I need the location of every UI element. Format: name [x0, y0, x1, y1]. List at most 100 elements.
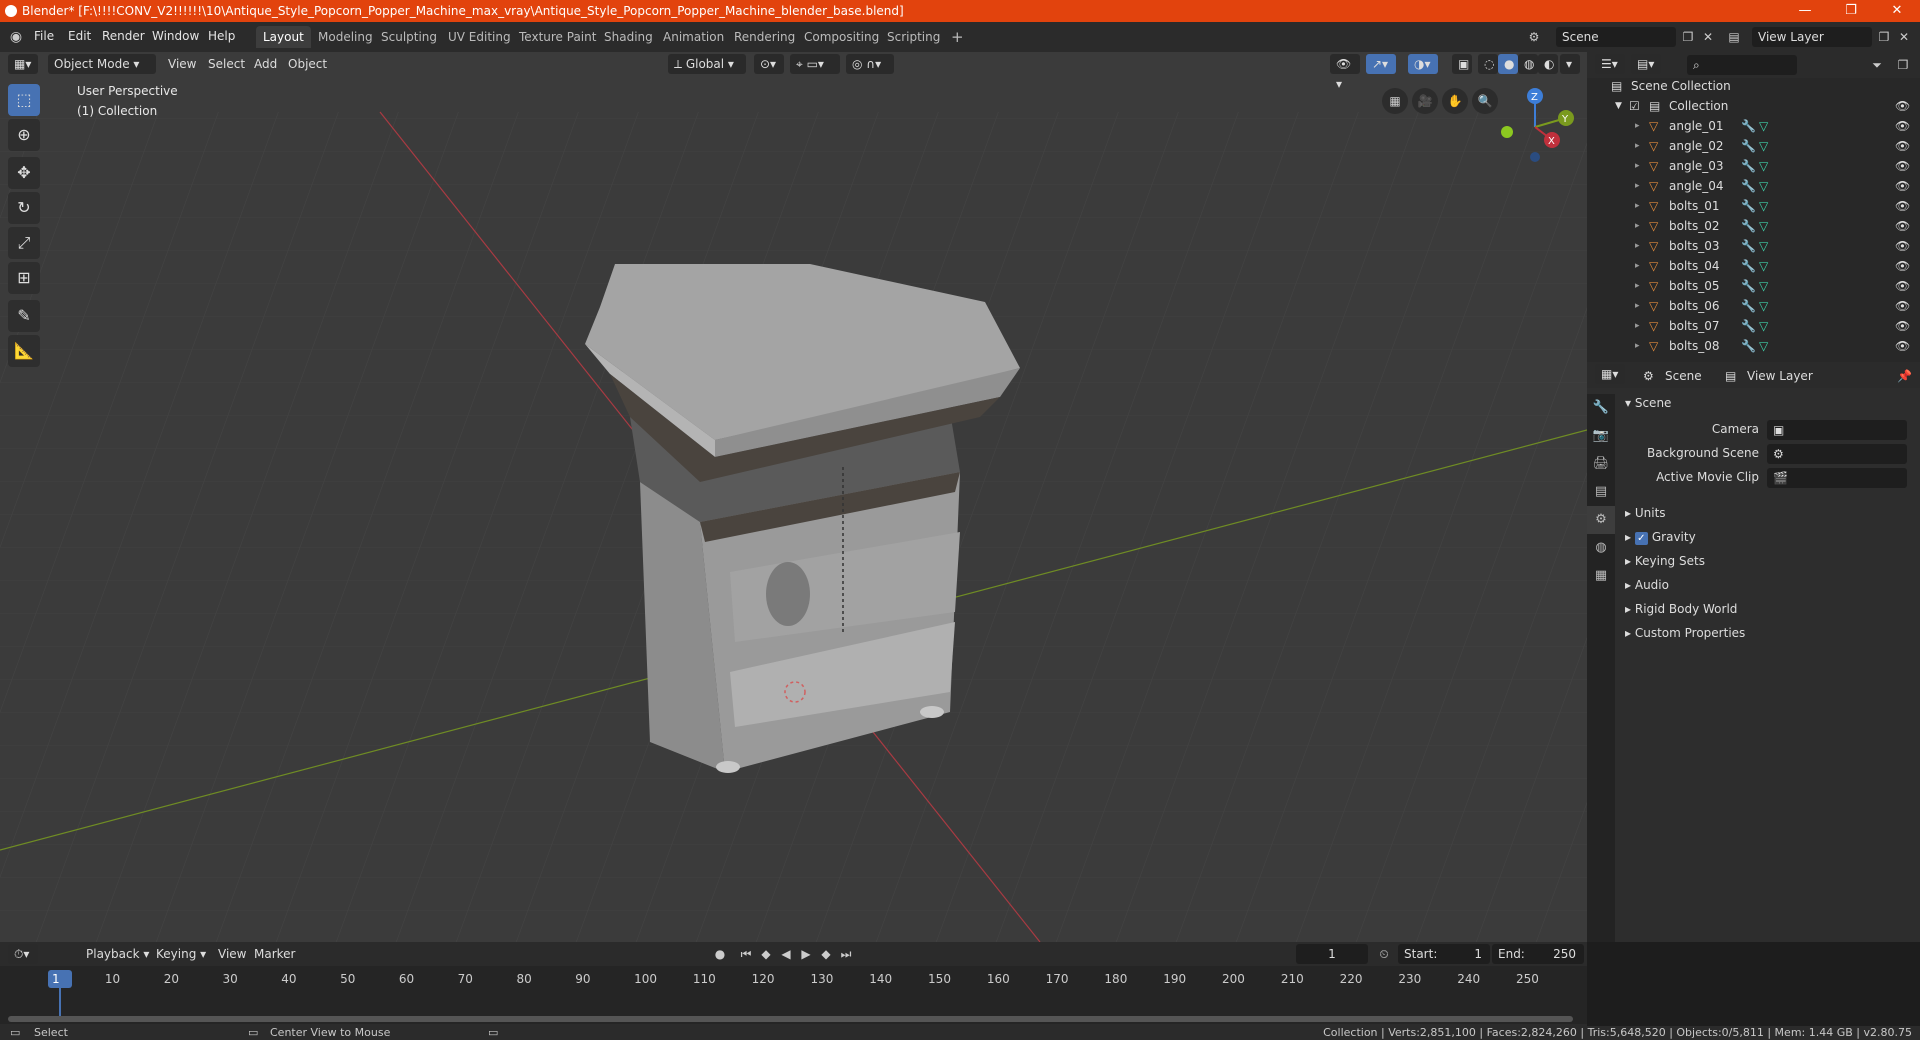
- visibility-eye-icon[interactable]: 👁: [1895, 296, 1910, 316]
- scene-field[interactable]: Scene: [1556, 27, 1676, 47]
- menu-render[interactable]: Render: [102, 29, 145, 43]
- expand-arrow-icon[interactable]: ▸: [1635, 196, 1640, 216]
- remove-view-layer-icon[interactable]: ✕: [1894, 27, 1914, 47]
- measure-tool-icon[interactable]: 📐: [8, 335, 40, 367]
- transform-orientation-dropdown[interactable]: ⟂ Global ▾: [668, 54, 746, 74]
- mode-dropdown[interactable]: Object Mode ▾: [48, 54, 156, 74]
- outliner-item[interactable]: ▸ ▽ bolts_08 🔧 ▽ 👁: [1587, 336, 1920, 356]
- new-scene-icon[interactable]: ❐: [1678, 27, 1698, 47]
- outliner-item[interactable]: ▸ ▽ bolts_02 🔧 ▽ 👁: [1587, 216, 1920, 236]
- mesh-data-icon[interactable]: ▽: [1759, 296, 1768, 316]
- include-checkbox-icon[interactable]: ☑: [1629, 96, 1640, 116]
- record-icon[interactable]: ●: [710, 944, 730, 964]
- modifier-icon[interactable]: 🔧: [1741, 296, 1756, 316]
- properties-section[interactable]: ▸ Audio: [1625, 574, 1669, 596]
- preview-range-icon[interactable]: ⏲: [1374, 944, 1394, 964]
- mesh-data-icon[interactable]: ▽: [1759, 116, 1768, 136]
- timeline-scrollbar[interactable]: [8, 1016, 1573, 1022]
- proportional-edit-icon[interactable]: ◎ ∩▾: [846, 54, 894, 74]
- world-props-icon[interactable]: ◍: [1587, 534, 1615, 562]
- visibility-icon[interactable]: 👁▾: [1330, 54, 1360, 91]
- outliner-editor-type-icon[interactable]: ☰▾: [1595, 54, 1625, 74]
- viewport-menu-select[interactable]: Select: [208, 54, 245, 74]
- outliner-item[interactable]: ▸ ▽ bolts_07 🔧 ▽ 👁: [1587, 316, 1920, 336]
- timeline-menu-playback[interactable]: Playback ▾: [86, 944, 149, 964]
- scene-selector-icon[interactable]: ⚙: [1524, 27, 1544, 47]
- render-tab-icon[interactable]: 📷: [1587, 422, 1615, 450]
- pan-view-icon[interactable]: ✋: [1442, 88, 1468, 114]
- wireframe-shading-icon[interactable]: ◌: [1478, 54, 1498, 74]
- output-tab-icon[interactable]: 🖨: [1587, 450, 1615, 478]
- next-keyframe-icon[interactable]: ◆: [816, 944, 836, 964]
- tab-layout[interactable]: Layout: [256, 26, 311, 48]
- modifier-icon[interactable]: 🔧: [1741, 216, 1756, 236]
- select-box-tool-icon[interactable]: ⬚: [8, 84, 40, 116]
- expand-arrow-icon[interactable]: ▸: [1635, 216, 1640, 236]
- view-layer-icon[interactable]: ▤: [1724, 27, 1744, 47]
- view-layer-field[interactable]: View Layer: [1752, 27, 1872, 47]
- visibility-eye-icon[interactable]: 👁: [1895, 96, 1910, 116]
- collapse-arrow-icon[interactable]: ▼: [1615, 96, 1622, 116]
- properties-section[interactable]: ▸ ✓ Gravity: [1625, 526, 1696, 548]
- viewport-menu-view[interactable]: View: [168, 54, 196, 74]
- viewport-menu-object[interactable]: Object: [288, 54, 327, 74]
- current-frame-field[interactable]: 1: [1296, 944, 1368, 964]
- properties-section[interactable]: ▸ Units: [1625, 502, 1666, 524]
- move-tool-icon[interactable]: ✥: [8, 157, 40, 189]
- menu-file[interactable]: File: [34, 29, 54, 43]
- visibility-eye-icon[interactable]: 👁: [1895, 156, 1910, 176]
- visibility-eye-icon[interactable]: 👁: [1895, 236, 1910, 256]
- rotate-tool-icon[interactable]: ↻: [8, 192, 40, 224]
- visibility-eye-icon[interactable]: 👁: [1895, 116, 1910, 136]
- properties-scene-tab[interactable]: Scene: [1665, 366, 1702, 386]
- snap-icon[interactable]: ⌖ ▭▾: [790, 54, 840, 74]
- new-collection-icon[interactable]: ❐: [1893, 55, 1913, 75]
- visibility-eye-icon[interactable]: 👁: [1895, 256, 1910, 276]
- modifier-icon[interactable]: 🔧: [1741, 176, 1756, 196]
- display-mode-icon[interactable]: ▤▾: [1631, 54, 1661, 74]
- solid-shading-icon[interactable]: ●: [1498, 54, 1518, 74]
- jump-start-icon[interactable]: ⏮: [736, 944, 756, 964]
- properties-section[interactable]: ▸ Custom Properties: [1625, 622, 1745, 644]
- maximize-button[interactable]: ❐: [1828, 0, 1874, 22]
- visibility-eye-icon[interactable]: 👁: [1895, 196, 1910, 216]
- mesh-data-icon[interactable]: ▽: [1759, 156, 1768, 176]
- outliner-item[interactable]: ▸ ▽ bolts_05 🔧 ▽ 👁: [1587, 276, 1920, 296]
- filter-icon[interactable]: ⏷: [1867, 55, 1887, 75]
- tab-sculpting[interactable]: Sculpting: [374, 26, 444, 48]
- expand-arrow-icon[interactable]: ▸: [1635, 316, 1640, 336]
- play-icon[interactable]: ▶: [796, 944, 816, 964]
- properties-section[interactable]: ▸ Rigid Body World: [1625, 598, 1737, 620]
- expand-arrow-icon[interactable]: ▸: [1635, 336, 1640, 356]
- outliner-collection[interactable]: ▼ ☑ ▤ Collection 👁: [1587, 96, 1920, 116]
- outliner-item[interactable]: ▸ ▽ bolts_06 🔧 ▽ 👁: [1587, 296, 1920, 316]
- material-shading-icon[interactable]: ◍: [1518, 54, 1538, 74]
- new-view-layer-icon[interactable]: ❐: [1874, 27, 1894, 47]
- modifier-icon[interactable]: 🔧: [1741, 196, 1756, 216]
- mesh-data-icon[interactable]: ▽: [1759, 276, 1768, 296]
- toggle-camera-view-icon[interactable]: ▦: [1382, 88, 1408, 114]
- add-workspace-button[interactable]: +: [944, 26, 971, 48]
- modifier-icon[interactable]: 🔧: [1741, 116, 1756, 136]
- jump-end-icon[interactable]: ⏭: [836, 944, 856, 964]
- outliner-item[interactable]: ▸ ▽ angle_03 🔧 ▽ 👁: [1587, 156, 1920, 176]
- tab-scripting[interactable]: Scripting: [880, 26, 947, 48]
- editor-type-icon[interactable]: ▦▾: [8, 54, 38, 74]
- blender-menu-icon[interactable]: ◉: [6, 27, 26, 47]
- modifier-icon[interactable]: 🔧: [1741, 276, 1756, 296]
- texture-props-icon[interactable]: ▦: [1587, 562, 1615, 590]
- camera-view-icon[interactable]: 🎥: [1412, 88, 1438, 114]
- expand-arrow-icon[interactable]: ▸: [1635, 156, 1640, 176]
- start-frame-field[interactable]: Start: 1: [1398, 944, 1490, 964]
- transform-tool-icon[interactable]: ⊞: [8, 262, 40, 294]
- rendered-shading-icon[interactable]: ◐: [1538, 54, 1558, 74]
- cursor-tool-icon[interactable]: ⊕: [8, 119, 40, 151]
- tab-texture-paint[interactable]: Texture Paint: [512, 26, 603, 48]
- outliner-item[interactable]: ▸ ▽ bolts_03 🔧 ▽ 👁: [1587, 236, 1920, 256]
- modifier-icon[interactable]: 🔧: [1741, 156, 1756, 176]
- prev-keyframe-icon[interactable]: ◆: [756, 944, 776, 964]
- outliner-item[interactable]: ▸ ▽ bolts_04 🔧 ▽ 👁: [1587, 256, 1920, 276]
- properties-section[interactable]: ▸ Keying Sets: [1625, 550, 1705, 572]
- remove-scene-icon[interactable]: ✕: [1698, 27, 1718, 47]
- navigation-gizmo[interactable]: Z Y X: [1490, 82, 1580, 172]
